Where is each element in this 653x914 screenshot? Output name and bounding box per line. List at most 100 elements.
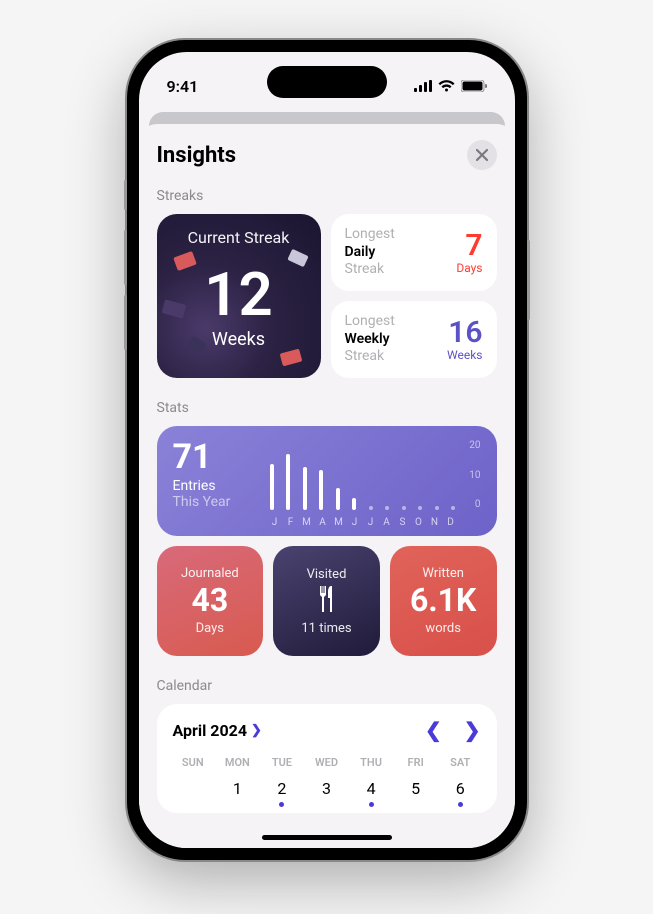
- calendar-day[interactable]: 2: [262, 775, 303, 807]
- calendar-dow: MON: [217, 756, 258, 769]
- chart-bar: [267, 464, 278, 511]
- current-streak-unit: Weeks: [157, 329, 321, 350]
- journaled-card[interactable]: Journaled 43 Days: [157, 546, 264, 656]
- chart-bar: [283, 454, 294, 510]
- chart-bar: [333, 488, 344, 510]
- stat-value: 6.1K: [410, 583, 476, 618]
- label-line: Streak: [345, 348, 395, 366]
- chart-bar: [432, 506, 443, 510]
- chart-bar: [300, 467, 311, 510]
- calendar-next-button[interactable]: ❯: [464, 718, 481, 742]
- chart-bars: [267, 444, 459, 510]
- current-streak-title: Current Streak: [157, 228, 321, 247]
- streaks-label: Streaks: [157, 188, 497, 204]
- calendar-dot-icon: [369, 802, 374, 807]
- screen: 9:41 Insights Streaks: [139, 52, 515, 848]
- entries-card[interactable]: 71 Entries This Year 20100 JFMAMJJASOND: [157, 426, 497, 536]
- calendar-label: Calendar: [157, 678, 497, 694]
- calendar-dot-icon: [279, 802, 284, 807]
- calendar-day[interactable]: 5: [395, 775, 436, 807]
- wifi-icon: [438, 80, 455, 92]
- label-line: Longest: [345, 313, 395, 331]
- close-button[interactable]: [467, 140, 497, 170]
- chart-bar: [415, 506, 426, 510]
- side-button: [124, 295, 127, 350]
- stat-top: Written: [422, 566, 464, 581]
- status-icons: [414, 80, 487, 92]
- x-tick: J: [363, 517, 379, 528]
- mini-left: Longest Weekly Streak: [345, 313, 395, 366]
- sheet-title: Insights: [157, 143, 237, 168]
- calendar-day[interactable]: 6: [440, 775, 481, 807]
- y-tick: 0: [469, 499, 480, 510]
- stat-value: 43: [191, 583, 228, 618]
- mini-right: 7 Days: [456, 231, 482, 275]
- x-tick: A: [315, 517, 331, 528]
- mini-value: 16: [447, 318, 482, 348]
- calendar-dow: WED: [306, 756, 347, 769]
- phone-frame: 9:41 Insights Streaks: [127, 40, 527, 860]
- calendar-prev-button[interactable]: ❮: [425, 718, 442, 742]
- home-indicator[interactable]: [262, 835, 392, 840]
- entries-label1: Entries: [173, 478, 253, 494]
- calendar-day[interactable]: 4: [351, 775, 392, 807]
- calendar-header: April 2024 ❯ ❮ ❯: [173, 718, 481, 742]
- side-button: [124, 180, 127, 210]
- calendar-dow: SUN: [173, 756, 214, 769]
- longest-daily-card[interactable]: Longest Daily Streak 7 Days: [331, 214, 497, 291]
- calendar-dot-icon: [458, 802, 463, 807]
- visited-card[interactable]: Visited 11 times: [273, 546, 380, 656]
- insights-sheet: Insights Streaks Current Streak 12 Weeks: [139, 124, 515, 848]
- calendar-month-button[interactable]: April 2024 ❯: [173, 721, 262, 740]
- stats-label: Stats: [157, 400, 497, 416]
- x-axis-labels: JFMAMJJASOND: [267, 517, 459, 528]
- label-line: Daily: [345, 244, 395, 262]
- stat-unit: words: [425, 621, 461, 636]
- mini-value: 7: [456, 231, 482, 261]
- streaks-row: Current Streak 12 Weeks Longest Daily St…: [157, 214, 497, 378]
- label-line: Weekly: [345, 331, 395, 349]
- y-tick: 20: [469, 440, 480, 451]
- calendar-day[interactable]: 1: [217, 775, 258, 807]
- calendar-day[interactable]: 3: [306, 775, 347, 807]
- current-streak-card[interactable]: Current Streak 12 Weeks: [157, 214, 321, 378]
- mini-right: 16 Weeks: [447, 318, 482, 362]
- close-icon: [476, 149, 488, 161]
- x-tick: D: [443, 517, 459, 528]
- longest-weekly-card[interactable]: Longest Weekly Streak 16 Weeks: [331, 301, 497, 378]
- streak-column: Longest Daily Streak 7 Days Longest Week…: [331, 214, 497, 378]
- calendar-nav: ❮ ❯: [425, 718, 481, 742]
- calendar-dow: FRI: [395, 756, 436, 769]
- x-tick: M: [299, 517, 315, 528]
- side-button: [124, 230, 127, 285]
- chart-bar: [366, 506, 377, 510]
- sheet-header: Insights: [157, 140, 497, 170]
- calendar-month-label: April 2024: [173, 721, 248, 740]
- dynamic-island: [267, 66, 387, 98]
- x-tick: F: [283, 517, 299, 528]
- x-tick: J: [267, 517, 283, 528]
- written-card[interactable]: Written 6.1K words: [390, 546, 497, 656]
- stat-unit: Days: [196, 621, 224, 636]
- cellular-icon: [414, 80, 432, 92]
- calendar-grid: SUNMONTUEWEDTHUFRISAT123456: [173, 756, 481, 807]
- stat-top: Journaled: [181, 566, 239, 581]
- confetti-icon: [279, 349, 302, 367]
- calendar-dow: SAT: [440, 756, 481, 769]
- chart-bar: [399, 506, 410, 510]
- entries-label2: This Year: [173, 494, 253, 510]
- y-axis-labels: 20100: [469, 440, 480, 510]
- mini-unit: Weeks: [447, 348, 482, 362]
- chart-bar: [448, 506, 459, 510]
- label-line: Streak: [345, 261, 395, 279]
- side-button: [527, 240, 530, 320]
- x-tick: O: [411, 517, 427, 528]
- x-tick: A: [379, 517, 395, 528]
- calendar-dow: TUE: [262, 756, 303, 769]
- chevron-right-icon: ❯: [251, 723, 262, 738]
- chart-bar: [349, 498, 360, 510]
- stat-row: Journaled 43 Days Visited 11 times Writt…: [157, 546, 497, 656]
- restaurant-icon: [315, 586, 339, 619]
- label-line: Longest: [345, 226, 395, 244]
- x-tick: M: [331, 517, 347, 528]
